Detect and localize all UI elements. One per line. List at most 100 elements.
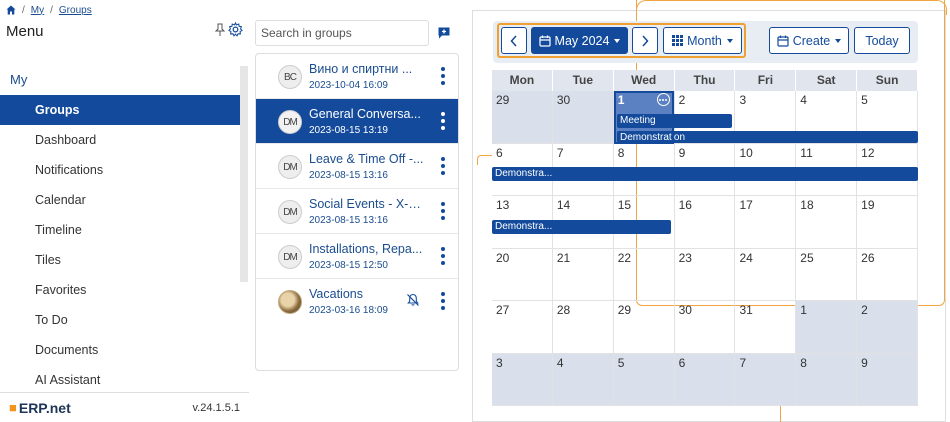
group-options-icon[interactable]	[439, 157, 447, 175]
weekday-header: Mon Tue Wed Thu Fri Sat Sun	[492, 70, 919, 91]
day-cell[interactable]: 30	[675, 301, 736, 353]
group-options-icon[interactable]	[439, 292, 447, 310]
day-number: 22	[617, 250, 632, 265]
menu-section-my[interactable]: My	[10, 72, 27, 87]
sidebar-item-groups[interactable]: Groups	[0, 95, 240, 125]
sidebar-item-notifications[interactable]: Notifications	[0, 155, 240, 185]
settings-gear-icon[interactable]	[228, 21, 243, 42]
sidebar-item-favorites[interactable]: Favorites	[0, 275, 240, 305]
day-cell[interactable]: 29	[492, 91, 553, 143]
day-cell[interactable]: 2	[857, 301, 919, 353]
previous-month-button[interactable]	[501, 27, 527, 54]
pin-icon[interactable]	[214, 23, 226, 42]
group-avatar: DM	[278, 200, 302, 224]
day-cell[interactable]: 17	[735, 196, 797, 248]
home-icon[interactable]	[6, 5, 16, 15]
weekday-label: Fri	[735, 70, 797, 91]
day-cell[interactable]: 7	[735, 353, 797, 405]
group-options-icon[interactable]	[439, 112, 447, 130]
day-number: 5	[617, 355, 625, 370]
sidebar-item-ai-assistant[interactable]: AI Assistant	[0, 365, 240, 395]
day-cell[interactable]: 5	[613, 353, 675, 405]
day-cell[interactable]: 31	[735, 301, 797, 353]
more-options-icon[interactable]	[656, 93, 670, 106]
muted-bell-icon[interactable]	[406, 293, 420, 307]
create-label: Create	[792, 33, 831, 48]
day-cell[interactable]: 18	[796, 196, 858, 248]
day-number: 2	[861, 303, 868, 317]
group-date: 2023-08-15 12:50	[309, 260, 388, 271]
day-cell[interactable]: 1	[796, 301, 858, 353]
day-number: 18	[800, 198, 814, 212]
erp-logo[interactable]: ■ ERP.net	[9, 400, 71, 416]
month-picker-button[interactable]: May 2024	[531, 27, 628, 54]
sidebar-item-timeline[interactable]: Timeline	[0, 215, 240, 245]
groups-search-input[interactable]	[255, 20, 429, 46]
day-cell[interactable]: 20	[492, 248, 553, 300]
day-number: 31	[739, 303, 753, 317]
day-number: 3	[739, 93, 747, 107]
group-item-selected[interactable]: DM General Conversa... 2023-08-15 13:19	[256, 99, 458, 144]
sidebar-item-todo[interactable]: To Do	[0, 305, 240, 335]
breadcrumb: / My / Groups	[6, 3, 92, 17]
event-demonstration[interactable]: Demonstra...	[492, 220, 671, 234]
day-cell[interactable]: 3	[492, 353, 553, 405]
create-button[interactable]: Create	[769, 27, 849, 54]
group-item[interactable]: BC Вино и спиртни ... 2023-10-04 16:09	[256, 54, 458, 99]
day-number: 1	[800, 303, 807, 317]
day-number: 12	[861, 145, 875, 160]
day-cell[interactable]: 23	[675, 248, 736, 300]
day-cell[interactable]: 26	[857, 248, 919, 300]
day-number: 30	[556, 93, 571, 107]
sidebar-item-tiles[interactable]: Tiles	[0, 245, 240, 275]
group-title: General Conversa...	[309, 107, 421, 121]
breadcrumb-groups[interactable]: Groups	[59, 5, 92, 16]
event-meeting[interactable]: Meeting	[617, 114, 732, 128]
day-cell[interactable]: 30	[552, 91, 614, 143]
day-cell[interactable]: 6	[674, 353, 736, 405]
sidebar-item-dashboard[interactable]: Dashboard	[0, 125, 240, 155]
event-demonstration[interactable]: Demonstration	[617, 131, 918, 143]
group-item[interactable]: DM Leave & Time Off -... 2023-08-15 13:1…	[256, 144, 458, 189]
grid-icon	[672, 35, 684, 46]
day-cell[interactable]: 4	[552, 353, 614, 405]
groups-list: BC Вино и спиртни ... 2023-10-04 16:09 D…	[255, 53, 459, 371]
day-cell[interactable]: 24	[735, 248, 797, 300]
view-label: Month	[687, 33, 722, 48]
day-number: 9	[861, 355, 868, 370]
group-item[interactable]: DM Social Events - X-T... 2023-08-15 13:…	[256, 189, 458, 234]
view-selector-button[interactable]: Month	[663, 27, 742, 54]
sidebar-item-documents[interactable]: Documents	[0, 335, 240, 365]
day-cell[interactable]: 25	[796, 248, 858, 300]
day-cell[interactable]: 21	[553, 248, 614, 300]
group-date: 2023-08-15 13:16	[309, 215, 388, 226]
day-cell[interactable]: 28	[553, 301, 614, 353]
chevron-down-icon	[614, 38, 621, 43]
day-cell[interactable]: 29	[614, 301, 675, 353]
weekday-label: Mon	[492, 70, 553, 91]
day-cell[interactable]: 16	[675, 196, 736, 248]
today-button[interactable]: Today	[854, 27, 910, 54]
day-cell[interactable]: 22	[614, 248, 675, 300]
menu-tools	[214, 21, 243, 42]
group-item[interactable]: DM Installations, Repa... 2023-08-15 12:…	[256, 234, 458, 279]
day-cell[interactable]: 8	[796, 353, 858, 405]
next-month-button[interactable]	[632, 27, 658, 54]
day-number: 6	[678, 355, 686, 370]
group-item[interactable]: Vacations 2023-03-16 18:09	[256, 279, 458, 324]
group-options-icon[interactable]	[439, 67, 447, 85]
new-group-icon[interactable]	[437, 26, 451, 40]
group-options-icon[interactable]	[439, 202, 447, 220]
day-number: 13	[496, 198, 510, 212]
month-label: May 2024	[554, 33, 610, 48]
sidebar-scrollbar[interactable]	[240, 66, 248, 282]
event-demonstration[interactable]: Demonstra...	[492, 167, 918, 181]
sidebar-item-calendar[interactable]: Calendar	[0, 185, 240, 215]
day-cell[interactable]: 9	[857, 353, 919, 405]
group-options-icon[interactable]	[439, 247, 447, 265]
group-title: Leave & Time Off -...	[309, 152, 424, 166]
group-avatar: BC	[278, 65, 302, 89]
day-cell[interactable]: 27	[492, 301, 553, 353]
day-cell[interactable]: 19	[857, 196, 919, 248]
breadcrumb-my[interactable]: My	[31, 5, 44, 16]
